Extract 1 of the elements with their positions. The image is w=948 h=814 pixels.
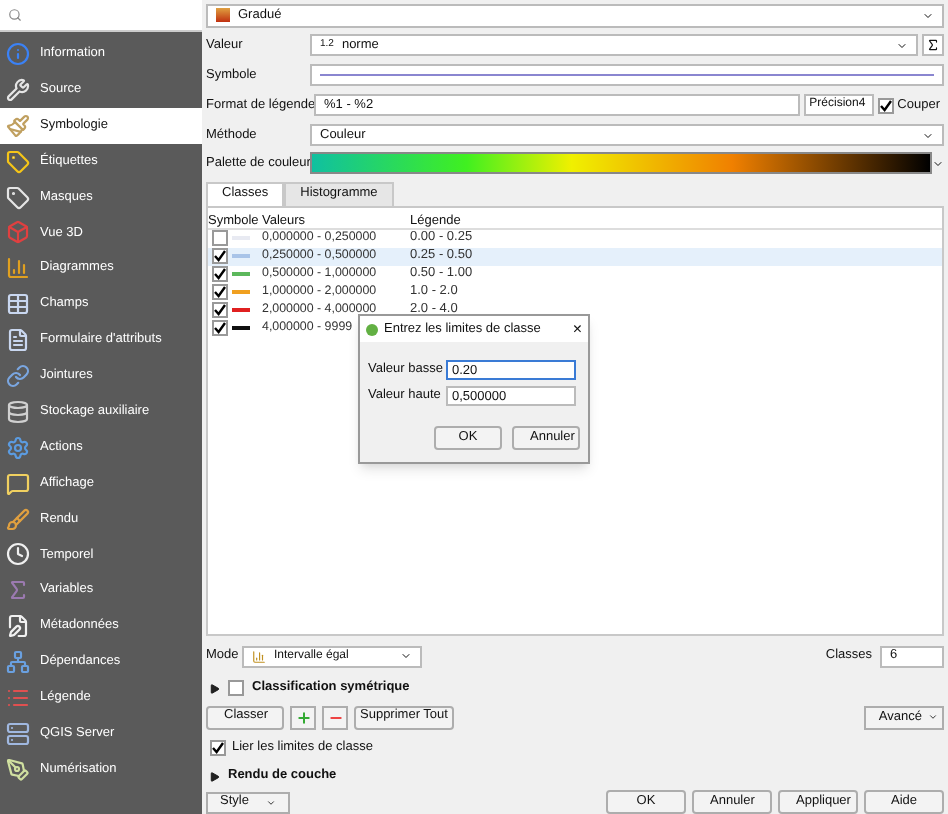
close-button[interactable]: × bbox=[572, 321, 582, 337]
